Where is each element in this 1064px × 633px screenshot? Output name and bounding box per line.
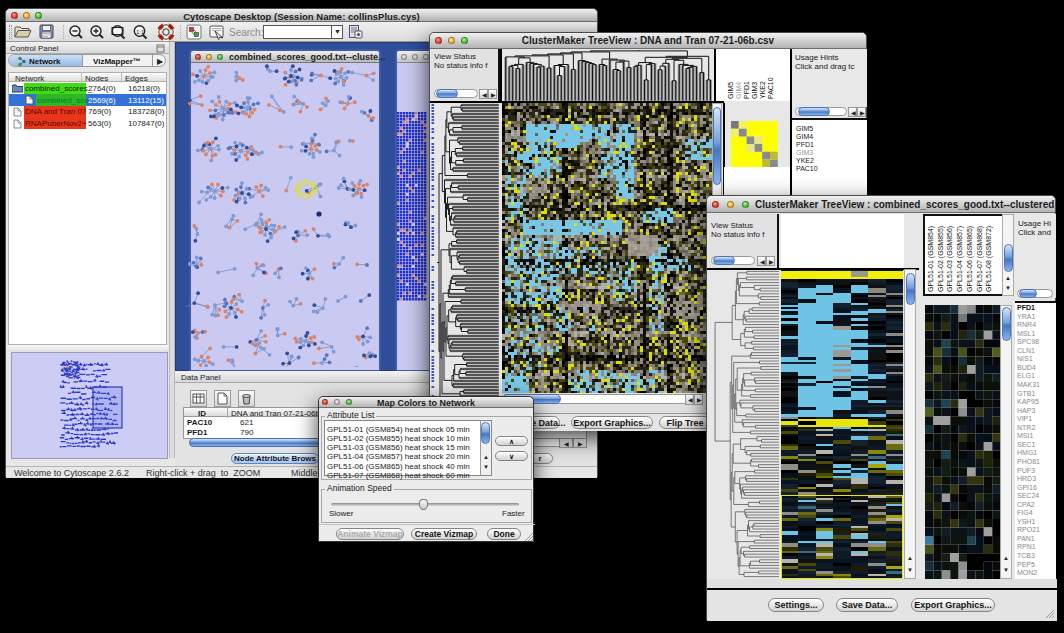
svg-text:1:1: 1:1 — [136, 29, 145, 35]
